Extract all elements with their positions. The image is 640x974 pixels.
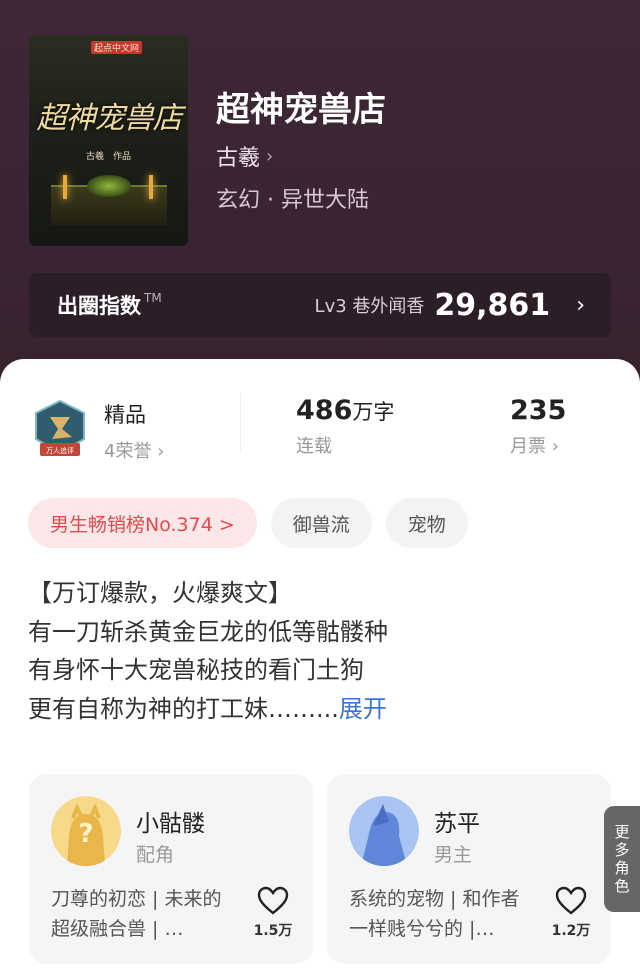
cover-publisher: 起点中文网 (91, 41, 143, 54)
influence-index-bar[interactable]: 出圈指数 TM Lv3 巷外闻香 29,861 › (29, 273, 611, 337)
expand-link[interactable]: 展开 (339, 695, 387, 723)
intro-line: 更有自称为神的打工妹……... (28, 694, 339, 723)
honor-badge-icon[interactable]: 万人追评 (32, 399, 88, 459)
cover-title-art: 超神宠兽店 (36, 101, 183, 136)
heart-icon[interactable] (555, 886, 587, 916)
trademark-label: TM (144, 291, 162, 305)
cover-author: 古羲 作品 (85, 152, 131, 162)
character-name: 苏平 (434, 811, 480, 837)
genre-label: 玄幻 · 异世大陆 (216, 188, 369, 213)
more-roles-char: 色 (614, 877, 630, 895)
book-intro[interactable]: 【万订爆款，火爆爽文】 有一刀斩杀黄金巨龙的低等骷髅种 有身怀十大宠兽秘技的看门… (28, 574, 618, 728)
like-count: 1.5万 (253, 923, 293, 939)
chevron-right-icon: › (266, 145, 274, 167)
influence-value: 29,861 (434, 287, 551, 323)
character-card[interactable]: ? 小骷髅 配角 刀尊的初恋 | 未来的超级融合兽 | … 1.5万 (29, 774, 313, 964)
cover-lamp-right (149, 175, 153, 199)
intro-line: 【万订爆款，火爆爽文】 (28, 579, 292, 607)
character-role: 男主 (434, 844, 473, 866)
quality-title: 精品 (104, 403, 146, 427)
character-avatar: ? (51, 796, 121, 866)
tag-row: 男生畅销榜No.374 > 御兽流 宠物 (28, 498, 468, 548)
cover-lamp-left (63, 175, 67, 199)
character-desc: 系统的宠物 | 和作者一样贱兮兮的 |… (349, 888, 520, 940)
rank-tag[interactable]: 男生畅销榜No.374 > (28, 498, 257, 548)
more-roles-char: 更 (614, 823, 630, 841)
serial-status: 连载 (296, 436, 332, 457)
word-unit: 万字 (352, 400, 395, 424)
author-link[interactable]: 古羲 › (216, 140, 273, 172)
more-roles-char: 角 (614, 859, 630, 877)
ticket-count: 235 (510, 395, 567, 426)
chevron-right-icon: › (576, 292, 585, 318)
character-name: 小骷髅 (136, 811, 205, 837)
character-card[interactable]: 苏平 男主 系统的宠物 | 和作者一样贱兮兮的 |… 1.2万 (327, 774, 611, 964)
tag-chip[interactable]: 御兽流 (270, 498, 372, 548)
more-characters-button[interactable]: 更 多 角 色 (604, 806, 640, 912)
influence-level: Lv3 巷外闻香 (314, 296, 425, 317)
character-avatar (349, 796, 419, 866)
monthly-ticket-stat[interactable]: 235 月票 › (510, 395, 566, 458)
chevron-right-icon: › (157, 441, 165, 462)
heart-icon[interactable] (257, 886, 289, 916)
divider (240, 393, 241, 453)
influence-label: 出圈指数 (57, 294, 141, 318)
character-role: 配角 (136, 844, 175, 866)
author-name: 古羲 (216, 146, 261, 171)
word-count: 486 (296, 395, 353, 426)
intro-line: 有身怀十大宠兽秘技的看门土狗 (28, 656, 364, 685)
character-list: ? 小骷髅 配角 刀尊的初恋 | 未来的超级融合兽 | … 1.5万 苏平 男主… (29, 774, 640, 964)
word-count-stat: 486万字 连载 (296, 395, 394, 458)
intro-line: 有一刀斩杀黄金巨龙的低等骷髅种 (28, 617, 388, 646)
book-title: 超神宠兽店 (216, 90, 386, 130)
cover-glow (87, 175, 131, 197)
honors-stat[interactable]: 精品 4荣誉 › (104, 399, 164, 463)
detail-card: 万人追评 精品 4荣誉 › 486万字 连载 235 月票 › 男生畅销榜No.… (0, 359, 640, 974)
book-cover[interactable]: 起点中文网 超神宠兽店 古羲 作品 (29, 35, 188, 246)
honors-count: 4荣誉 (104, 441, 152, 462)
ticket-label: 月票 (510, 436, 546, 457)
svg-text:?: ? (78, 819, 93, 849)
like-count: 1.2万 (551, 923, 591, 939)
badge-text: 万人追评 (46, 446, 74, 455)
character-desc: 刀尊的初恋 | 未来的超级融合兽 | … (51, 888, 222, 940)
more-roles-char: 多 (614, 841, 630, 859)
chevron-right-icon: › (551, 436, 559, 457)
tag-chip[interactable]: 宠物 (385, 498, 468, 548)
